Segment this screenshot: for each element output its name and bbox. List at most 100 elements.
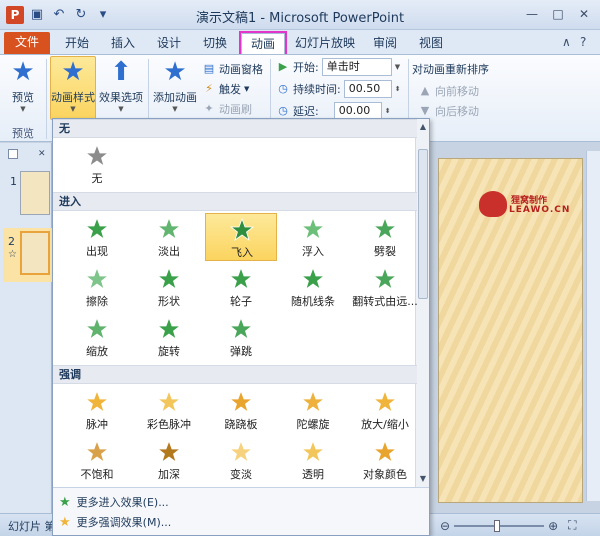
slide-vertical-scrollbar[interactable]	[586, 151, 600, 501]
trigger-button[interactable]: ⚡ 触发 ▼	[202, 79, 249, 99]
animation-effect-item[interactable]: 淡出	[133, 213, 205, 261]
animation-effect-item[interactable]: 跷跷板	[205, 386, 277, 434]
animation-effect-item[interactable]: 透明	[277, 436, 349, 484]
more-entrance-effects-item[interactable]: ★ 更多进入效果(E)...	[59, 492, 169, 512]
slides-tab-icon[interactable]	[8, 149, 18, 159]
animation-effect-item[interactable]: 弹跳	[205, 313, 277, 361]
zoom-in-icon[interactable]: ⊕	[548, 519, 558, 533]
duration-label: 持续时间:	[293, 83, 341, 96]
more-emphasis-effects-label: 更多强调效果(M)...	[76, 516, 172, 529]
animation-effect-item[interactable]: 加深	[133, 436, 205, 484]
delay-label: 延迟:	[293, 105, 319, 118]
tab-home[interactable]: 开始	[58, 33, 96, 54]
lightning-icon: ⚡	[205, 82, 213, 95]
move-earlier-label: 向前移动	[435, 85, 479, 98]
animation-effect-item[interactable]: 缩放	[61, 313, 133, 361]
group-label-preview: 预览	[12, 127, 34, 140]
stepper-icon[interactable]: ⬍	[385, 107, 395, 115]
animation-effect-item[interactable]: 放大/缩小	[349, 386, 421, 434]
animation-effect-item[interactable]: 彩色脉冲	[133, 386, 205, 434]
effect-star-icon	[85, 390, 109, 414]
effect-star-icon	[85, 317, 109, 341]
animation-effect-item[interactable]: 形状	[133, 263, 205, 311]
animation-effect-item[interactable]: 脉冲	[61, 386, 133, 434]
animation-pane-label: 动画窗格	[219, 63, 263, 76]
slide-thumbnail-1[interactable]	[20, 171, 50, 215]
slide-thumbnail-2[interactable]	[20, 231, 50, 275]
start-select[interactable]: 单击时	[321, 58, 392, 76]
animation-effect-item[interactable]: 飞入	[205, 213, 277, 261]
zoom-slider-thumb[interactable]	[494, 519, 501, 532]
animation-effect-item[interactable]: 擦除	[61, 263, 133, 311]
preview-star-icon: ★	[11, 57, 35, 87]
animation-painter-button[interactable]: ✦ 动画刷	[202, 99, 252, 119]
fit-to-window-icon[interactable]: ⛶	[568, 518, 576, 533]
animation-effect-item[interactable]: 浮入	[277, 213, 349, 261]
chevron-down-icon: ▼	[244, 85, 250, 93]
zoom-slider[interactable]	[454, 519, 545, 532]
move-earlier-button[interactable]: ▲ 向前移动	[418, 81, 479, 101]
animation-effect-item[interactable]: 陀螺旋	[277, 386, 349, 434]
effect-star-icon	[301, 440, 325, 464]
tab-design[interactable]: 设计	[150, 33, 188, 54]
effect-star-icon	[229, 390, 253, 414]
effect-name-label: 轮子	[230, 295, 252, 308]
start-row: ▶ 开始: 单击时 ▼	[276, 57, 405, 77]
animation-styles-button[interactable]: ★ 动画样式 ▼	[50, 56, 96, 120]
up-arrow-icon: ⬆	[110, 57, 132, 87]
minimize-button[interactable]: —	[520, 4, 544, 24]
effect-star-icon	[229, 440, 253, 464]
duration-input[interactable]: 00.50	[343, 80, 392, 98]
logo-text-latin: LEAWO.CN	[509, 205, 571, 215]
effect-name-label: 旋转	[158, 345, 180, 358]
tab-animations[interactable]: 动画	[239, 31, 287, 56]
slide-thumbnail-panel: ✕ 1 2 ☆	[0, 143, 53, 513]
effect-name-label: 形状	[158, 295, 180, 308]
animation-effect-item[interactable]: 劈裂	[349, 213, 421, 261]
zoom-out-icon[interactable]: ⊖	[440, 519, 450, 533]
animation-effect-item[interactable]: 轮子	[205, 263, 277, 311]
effect-name-label: 脉冲	[86, 418, 108, 431]
close-panel-icon[interactable]: ✕	[38, 149, 46, 159]
animation-effect-item[interactable]: 旋转	[133, 313, 205, 361]
tab-review[interactable]: 审阅	[366, 33, 404, 54]
slide-status-text: 幻灯片 第	[8, 520, 56, 533]
add-animation-button[interactable]: ★ 添加动画 ▼	[152, 57, 198, 121]
tab-file[interactable]: 文件	[4, 32, 50, 54]
slide-logo: 狸窝制作 LEAWO.CN	[479, 191, 569, 219]
effect-name-label: 加深	[158, 468, 180, 481]
effect-name-label: 不饱和	[80, 468, 114, 481]
tab-slideshow[interactable]: 幻灯片放映	[292, 33, 358, 54]
current-slide[interactable]: 狸窝制作 LEAWO.CN	[438, 158, 583, 503]
stepper-icon[interactable]: ⬍	[395, 85, 405, 93]
preview-button[interactable]: ★ 预览 ▼	[4, 57, 42, 121]
window-controls: — □ ✕	[520, 4, 596, 24]
animation-effect-item[interactable]: 出现	[61, 213, 133, 261]
animation-pane-icon: ▤	[203, 62, 215, 75]
help-icon[interactable]: ?	[580, 35, 586, 49]
effect-star-icon	[85, 267, 109, 291]
more-emphasis-effects-item[interactable]: ★ 更多强调效果(M)...	[59, 512, 171, 532]
animation-effect-item[interactable]: 对象颜色	[349, 436, 421, 484]
animation-effect-item[interactable]: 无	[61, 140, 133, 188]
effect-options-button[interactable]: ⬆ 效果选项 ▼	[98, 57, 144, 121]
ribbon-minimize-icon[interactable]: ∧	[562, 35, 571, 49]
triangle-up-icon: ▲	[420, 84, 430, 97]
tab-transitions[interactable]: 切换	[196, 33, 234, 54]
move-later-label: 向后移动	[435, 105, 479, 118]
scroll-up-icon[interactable]: ▲	[418, 121, 428, 133]
animation-effect-item[interactable]: 翻转式由远...	[349, 263, 421, 311]
animation-effect-item[interactable]: 不饱和	[61, 436, 133, 484]
chevron-down-icon[interactable]: ▼	[395, 63, 405, 71]
tab-view[interactable]: 视图	[412, 33, 450, 54]
animation-effect-item[interactable]: 随机线条	[277, 263, 349, 311]
effect-name-label: 翻转式由远...	[352, 295, 418, 308]
tab-insert[interactable]: 插入	[104, 33, 142, 54]
animation-pane-button[interactable]: ▤ 动画窗格	[202, 59, 263, 79]
close-button[interactable]: ✕	[572, 4, 596, 24]
animation-star-icon: ★	[61, 57, 85, 87]
maximize-button[interactable]: □	[546, 4, 570, 24]
play-icon: ▶	[278, 60, 288, 73]
animation-effect-item[interactable]: 变淡	[205, 436, 277, 484]
triangle-down-icon: ▼	[420, 104, 430, 117]
